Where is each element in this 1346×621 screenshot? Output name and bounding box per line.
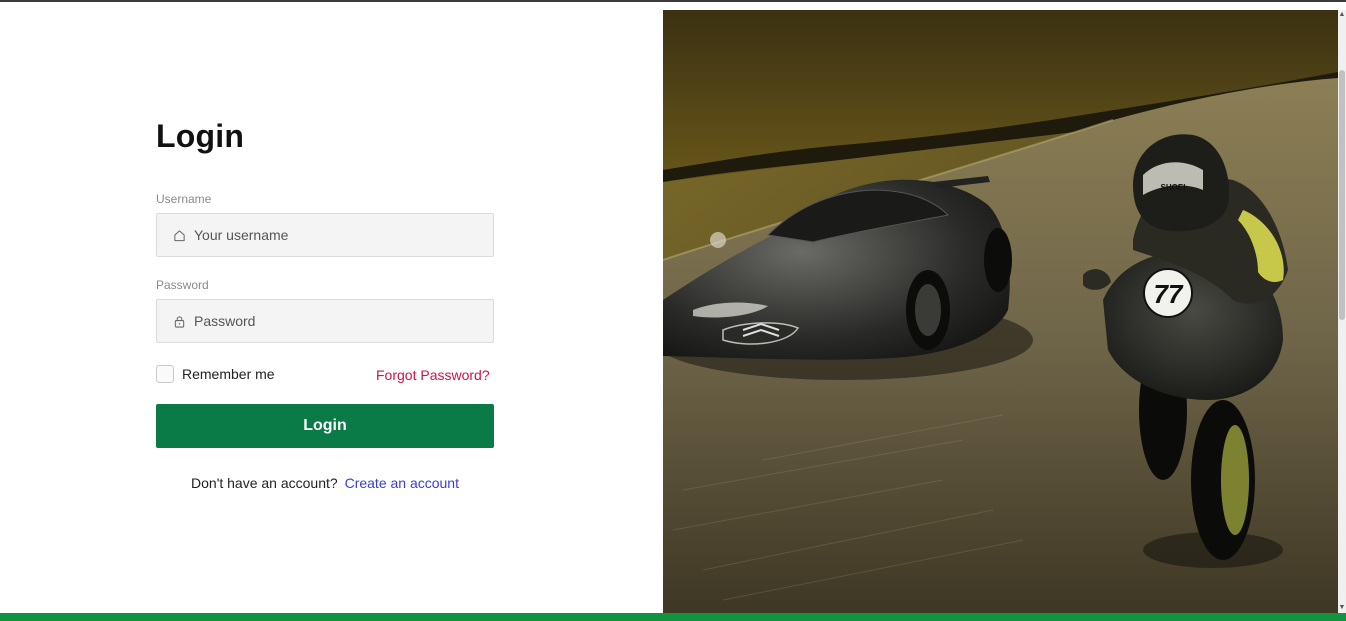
footer-bar [0, 613, 1346, 621]
create-account-link[interactable]: Create an account [345, 475, 459, 491]
top-border [0, 0, 1346, 10]
svg-text:77: 77 [1154, 279, 1184, 309]
signup-prompt: Don't have an account? Create an account [156, 475, 494, 491]
username-field[interactable] [156, 213, 494, 257]
sports-car-and-motorcycle-racing-photo: 77 SHOEI [663, 10, 1338, 613]
username-label: Username [156, 192, 212, 206]
hero-image: 77 SHOEI [663, 10, 1338, 613]
remember-me-label: Remember me [182, 366, 275, 382]
remember-me[interactable]: Remember me [156, 365, 275, 383]
lock-icon [172, 314, 186, 328]
page-title: Login [156, 118, 245, 154]
password-input[interactable] [194, 300, 484, 342]
scroll-thumb[interactable] [1339, 70, 1345, 320]
forgot-password-link[interactable]: Forgot Password? [376, 367, 490, 383]
scrollbar[interactable]: ▲ ▼ [1338, 10, 1346, 613]
password-field[interactable] [156, 299, 494, 343]
login-button[interactable]: Login [156, 404, 494, 448]
home-icon [172, 228, 186, 242]
signup-prompt-text: Don't have an account? [191, 475, 338, 491]
password-label: Password [156, 278, 209, 292]
username-input[interactable] [194, 214, 484, 256]
remember-me-checkbox[interactable] [156, 365, 174, 383]
scroll-down-icon[interactable]: ▼ [1338, 603, 1346, 613]
scroll-up-icon[interactable]: ▲ [1338, 10, 1346, 20]
svg-text:SHOEI: SHOEI [1161, 183, 1186, 192]
